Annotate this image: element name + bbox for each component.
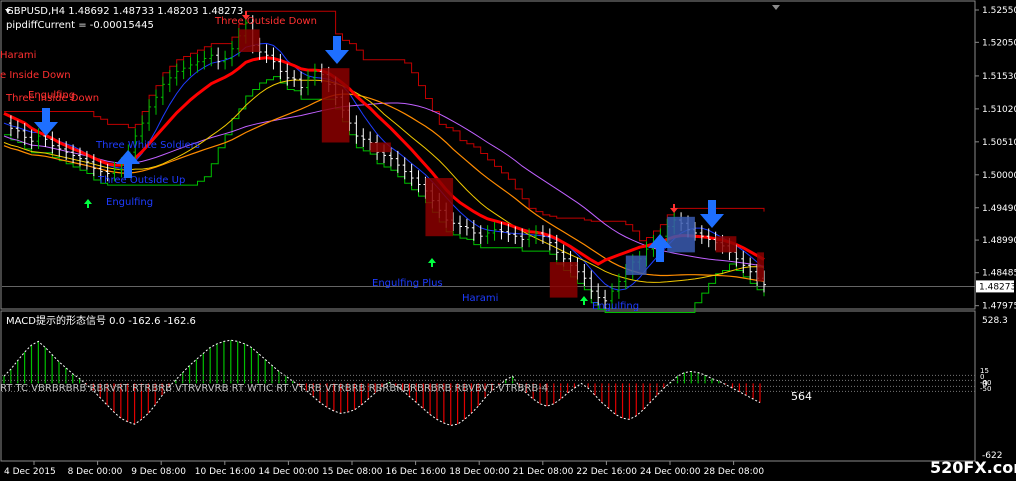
macd-signal-labels: RT TC VBRBRBRB RBRVRT RTRBRB VTRVRVRB RT… (0, 383, 548, 394)
macd-header: MACD提示的形态信号 0.0 -162.6 -162.6 (6, 314, 196, 327)
pattern-label: Engulfing (592, 301, 639, 312)
date-tick-label: 18 Dec 00:00 (449, 467, 510, 477)
macd-tick-label: 528.3 (982, 316, 1008, 326)
inner-label: 564 (791, 390, 812, 403)
date-axis: 4 Dec 2015 8 Dec 00:00 9 Dec 08:00 10 Dec 1… (4, 461, 764, 477)
price-tick-label: 1.48485 (982, 269, 1016, 279)
price-tick-label: 1.52050 (982, 38, 1016, 48)
pattern-label: Harami (462, 293, 498, 304)
pattern-label: Three Inside Down (5, 93, 99, 104)
bear-pattern-box (757, 252, 764, 282)
date-tick-label: 15 Dec 08:00 (322, 467, 383, 477)
date-tick-label: 22 Dec 16:00 (576, 467, 637, 477)
bear-pattern-box (715, 236, 737, 253)
date-tick-label: 16 Dec 16:00 (386, 467, 447, 477)
watermark: 520FX.com (930, 458, 1016, 477)
price-axis: 1.52550 1.52050 1.51530 1.51020 1.50510 1.500… (975, 6, 1016, 461)
date-tick-label: 4 Dec 2015 (4, 467, 56, 477)
date-tick-label: 10 Dec 16:00 (195, 467, 256, 477)
pattern-label: Engulfing (106, 197, 153, 208)
symbol-quote: GBPUSD,H4 1.48692 1.48733 1.48203 1.4827… (6, 6, 243, 17)
pattern-label: e Inside Down (0, 70, 71, 81)
indicator-readout: pipdiffCurrent = -0.00015445 (6, 20, 154, 31)
price-tick-label: 1.51530 (982, 72, 1016, 82)
date-tick-label: 9 Dec 08:00 (131, 467, 186, 477)
price-tick-label: 1.49490 (982, 204, 1016, 214)
price-tick-label: 1.47975 (982, 302, 1016, 312)
bear-pattern-box (370, 142, 391, 153)
pattern-label: Three Outside Down (214, 16, 317, 27)
date-tick-label: 8 Dec 00:00 (68, 467, 123, 477)
bear-pattern-box (321, 68, 350, 143)
price-tick-label: 1.51020 (982, 105, 1016, 115)
bear-pattern-box (238, 29, 260, 53)
bear-pattern-box (425, 178, 454, 237)
chart-window: GBPUSD,H4 1.48692 1.48733 1.48203 1.4827… (0, 0, 1016, 477)
bull-pattern-box (625, 255, 647, 275)
date-tick-label: 28 Dec 08:00 (704, 467, 765, 477)
pattern-label: Harami (0, 50, 36, 61)
current-price-label: 1.48273 (979, 282, 1016, 292)
date-tick-label: 21 Dec 08:00 (513, 467, 574, 477)
price-tick-label: 1.50510 (982, 138, 1016, 148)
bull-pattern-box (667, 216, 695, 253)
bear-pattern-box (549, 262, 578, 298)
price-tick-label: 1.52550 (982, 6, 1016, 16)
pattern-label: Three Outside Up (97, 175, 185, 186)
price-tick-label: 1.50000 (982, 171, 1016, 181)
price-tick-label: 1.48990 (982, 236, 1016, 246)
date-tick-label: 24 Dec 00:00 (640, 467, 701, 477)
pattern-label: Engulfing Plus (372, 278, 443, 289)
pattern-label: Three White Soldiers (95, 140, 200, 151)
macd-small-tick-label: -50 (980, 385, 991, 393)
date-tick-label: 14 Dec 00:00 (258, 467, 319, 477)
